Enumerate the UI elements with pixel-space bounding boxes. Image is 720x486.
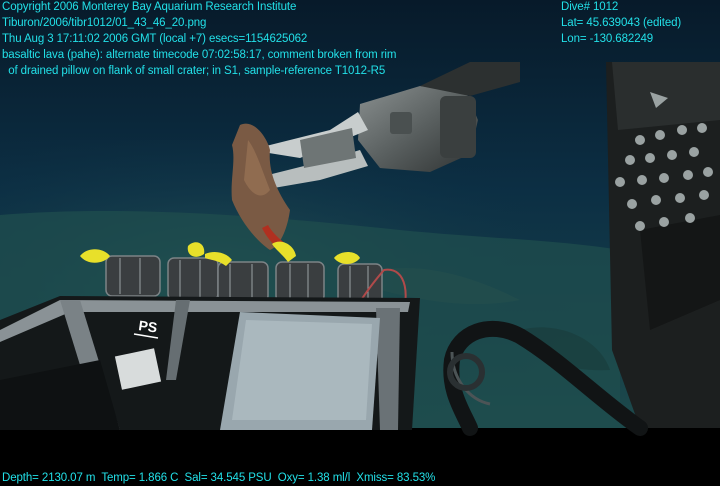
info-overlay-top-right: Dive# 1012 Lat= 45.639043 (edited) Lon= … [561,0,681,47]
dive-number: Dive# 1012 [561,1,619,13]
image-path-line: Tiburon/2006/tibr1012/01_43_46_20.png [2,17,207,29]
sensor-values: Depth= 2130.07 m Temp= 1.866 C Sal= 34.5… [2,472,436,484]
basket-marking: PS [138,317,159,335]
comment-line-2: of drained pillow on flank of small crat… [2,65,386,77]
longitude: Lon= -130.682249 [561,33,654,45]
timestamp-line: Thu Aug 3 17:11:02 2006 GMT (local +7) e… [2,33,308,45]
info-overlay-top-left: Copyright 2006 Monterey Bay Aquarium Res… [2,0,396,79]
latitude: Lat= 45.639043 (edited) [561,17,682,29]
sample-basket: PS [0,296,420,430]
sensor-readout: Depth= 2130.07 m Temp= 1.866 C Sal= 34.5… [2,470,435,486]
manipulator-arm-frame [606,62,720,428]
comment-line: basaltic lava (pahe): alternate timecode… [2,49,397,61]
copyright-line: Copyright 2006 Monterey Bay Aquarium Res… [2,1,297,13]
